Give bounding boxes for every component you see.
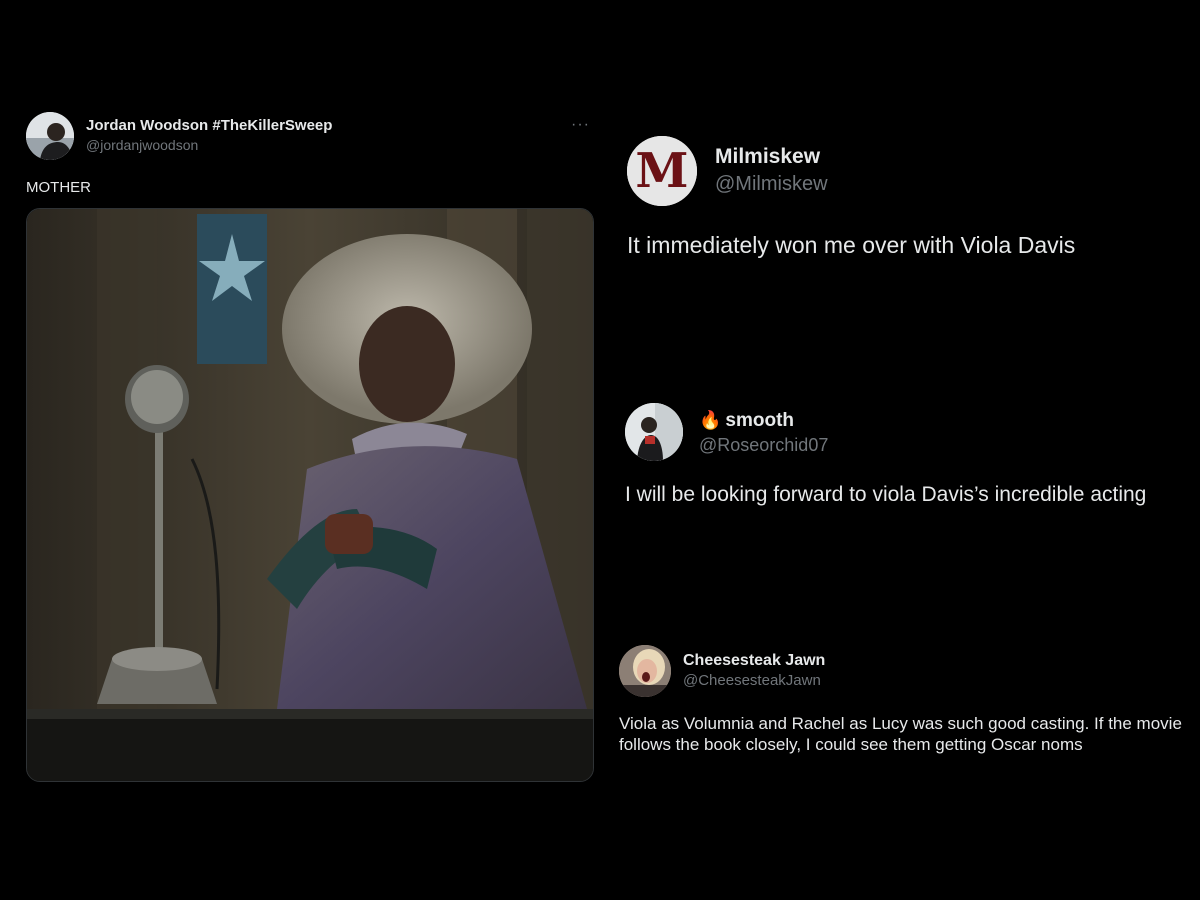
tweet-text: Viola as Volumnia and Rachel as Lucy was… (619, 714, 1182, 754)
tweet-cheesesteak-jawn[interactable]: Cheesesteak Jawn @CheesesteakJawn Viola … (619, 645, 1194, 755)
media-photo (27, 209, 593, 781)
display-name[interactable]: Jordan Woodson #TheKillerSweep (86, 117, 332, 135)
display-name[interactable]: Milmiskew (715, 144, 828, 170)
tweet-text: I will be looking forward to viola Davis… (625, 483, 1147, 506)
avatar[interactable] (619, 645, 671, 697)
tweet-smooth[interactable]: 🔥 smooth @Roseorchid07 I will be looking … (625, 403, 1190, 509)
user-handle[interactable]: @Milmiskew (715, 170, 828, 198)
more-options-icon[interactable]: ··· (571, 116, 590, 134)
tweet-media-image[interactable] (26, 208, 594, 782)
user-handle[interactable]: @CheesesteakJawn (683, 671, 825, 691)
user-handle[interactable]: @Roseorchid07 (699, 433, 828, 457)
tweet-header: Jordan Woodson #TheKillerSweep @jordanjw… (26, 112, 592, 160)
avatar[interactable]: M (627, 136, 697, 206)
tweet-header: M Milmiskew @Milmiskew (627, 136, 1187, 206)
tweet-header: 🔥 smooth @Roseorchid07 (625, 403, 1190, 461)
user-handle[interactable]: @jordanjwoodson (86, 135, 332, 155)
page: Jordan Woodson #TheKillerSweep @jordanjw… (0, 0, 1200, 900)
tweet-text: MOTHER (26, 179, 91, 196)
display-name[interactable]: Cheesesteak Jawn (683, 651, 825, 671)
tweet-text: It immediately won me over with Viola Da… (627, 232, 1076, 258)
tweet-jordan-woodson[interactable]: Jordan Woodson #TheKillerSweep @jordanjw… (26, 112, 594, 782)
tweet-header: Cheesesteak Jawn @CheesesteakJawn (619, 645, 1194, 697)
avatar[interactable] (26, 112, 74, 160)
display-name-text: smooth (725, 409, 795, 431)
display-name[interactable]: 🔥 smooth (699, 408, 828, 433)
tweet-milmiskew[interactable]: M Milmiskew @Milmiskew It immediately wo… (627, 136, 1187, 260)
avatar-image (619, 645, 671, 697)
avatar-image (625, 403, 683, 461)
avatar-letter: M (635, 143, 689, 199)
avatar[interactable] (625, 403, 683, 461)
fire-icon: 🔥 (699, 409, 722, 430)
avatar-image (26, 112, 74, 160)
